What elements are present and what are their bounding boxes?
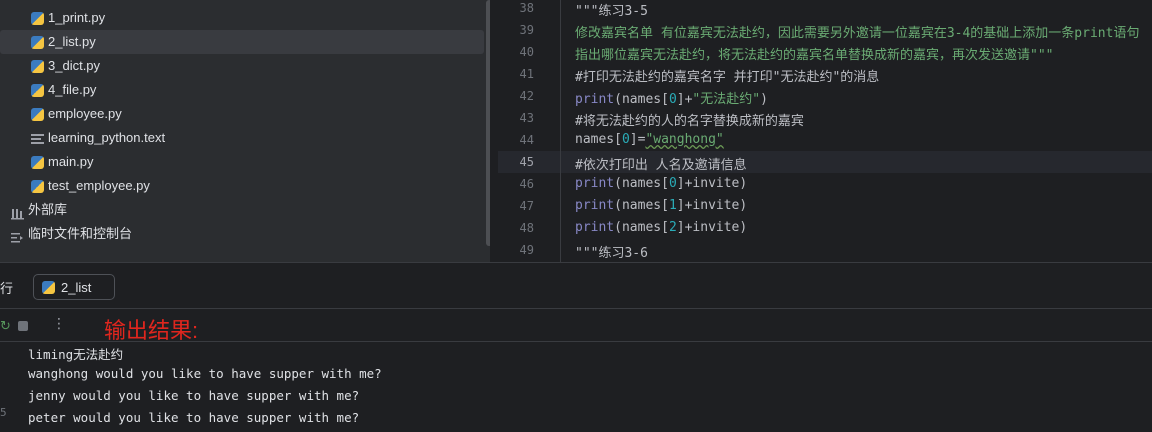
python-file-icon [31,108,44,121]
code-line: print(names[0]+invite) [575,176,748,191]
project-tree: 1_print.py 2_list.py 3_dict.py 4_file.py… [0,0,490,262]
tree-item-external-libraries[interactable]: 外部库 [0,198,484,222]
output-line: peter would you like to have supper with… [28,410,360,425]
line-number: 43 [519,111,534,125]
tree-item-label: 2_list.py [48,34,96,49]
line-number: 38 [519,1,534,15]
tree-item-4-file[interactable]: 4_file.py [0,78,484,102]
tree-item-employee[interactable]: employee.py [0,102,484,126]
line-number: 46 [519,177,534,191]
rerun-icon[interactable]: ↻ [0,318,11,334]
python-file-icon [31,60,44,73]
tree-item-learning-python[interactable]: learning_python.text [0,126,484,150]
tree-item-2-list[interactable]: 2_list.py [0,30,484,54]
stop-icon[interactable] [18,321,28,331]
indent-guide [560,0,561,262]
python-file-icon [42,281,55,294]
output-gutter-mark: 5 [0,406,7,419]
code-line: #将无法赴约的人的名字替换成新的嘉宾 [575,114,804,129]
line-number: 47 [519,199,534,213]
line-number: 40 [519,45,534,59]
tree-item-label: 3_dict.py [48,58,101,73]
python-file-icon [31,156,44,169]
python-file-icon [31,12,44,25]
tree-item-label: learning_python.text [48,130,166,145]
run-panel: 行 2_list ↻ ⋮ 输出结果: liming无法赴约 wanghong w… [0,266,1152,432]
tree-item-label: employee.py [48,106,122,121]
code-line: #依次打印出 人名及邀请信息 [575,158,747,173]
python-file-icon [31,84,44,97]
output-line: jenny would you like to have supper with… [28,388,360,403]
line-number: 49 [519,243,534,257]
tree-item-3-dict[interactable]: 3_dict.py [0,54,484,78]
tree-item-scratches[interactable]: 临时文件和控制台 [0,222,484,246]
tree-item-label: 1_print.py [48,10,106,25]
python-file-icon [31,36,44,49]
code-editor[interactable]: 38 """练习3-5 39 修改嘉宾名单 有位嘉宾无法赴约，因此需要另外邀请一… [498,0,1152,262]
tree-item-label: 4_file.py [48,82,97,97]
python-file-icon [31,180,44,193]
code-line: #打印无法赴约的嘉宾名字 并打印"无法赴约"的消息 [575,70,880,85]
code-line: print(names[2]+invite) [575,220,748,235]
output-line: liming无法赴约 [28,347,124,362]
line-number: 45 [519,155,534,169]
tree-item-test-employee[interactable]: test_employee.py [0,174,484,198]
more-options-icon[interactable]: ⋮ [52,315,66,332]
tree-item-label: 外部库 [28,202,68,217]
tree-item-main[interactable]: main.py [0,150,484,174]
library-icon [11,204,24,220]
run-tab-label: 2_list [61,280,92,295]
text-file-icon [31,132,44,145]
line-number: 44 [519,133,534,147]
tree-item-label: 临时文件和控制台 [28,226,133,241]
tree-scrollbar[interactable] [486,0,490,246]
line-number: 39 [519,23,534,37]
code-line: 修改嘉宾名单 有位嘉宾无法赴约，因此需要另外邀请一位嘉宾在3-4的基础上添加一条… [575,26,1140,41]
code-line: names[0]="wanghong" [575,132,724,147]
output-annotation: 输出结果: [104,318,199,343]
scratch-console-icon [11,228,24,243]
line-number: 48 [519,221,534,235]
line-number: 42 [519,89,534,103]
code-line: """练习3-5 [575,4,648,19]
run-panel-title: 行 [0,281,14,296]
output-line: wanghong would you like to have supper w… [28,366,382,381]
code-line: """练习3-6 [575,246,648,261]
run-tab-2-list[interactable]: 2_list [33,274,115,300]
code-line: 指出哪位嘉宾无法赴约，将无法赴约的嘉宾名单替换成新的嘉宾，再次发送邀请""" [575,48,1054,63]
tree-item-label: test_employee.py [48,178,150,193]
tree-item-label: main.py [48,154,94,169]
tree-item-1-print[interactable]: 1_print.py [0,6,484,30]
line-number: 41 [519,67,534,81]
console-output[interactable]: liming无法赴约 wanghong would you like to ha… [0,342,1152,432]
code-line: print(names[1]+invite) [575,198,748,213]
code-line: print(names[0]+"无法赴约") [575,92,768,107]
